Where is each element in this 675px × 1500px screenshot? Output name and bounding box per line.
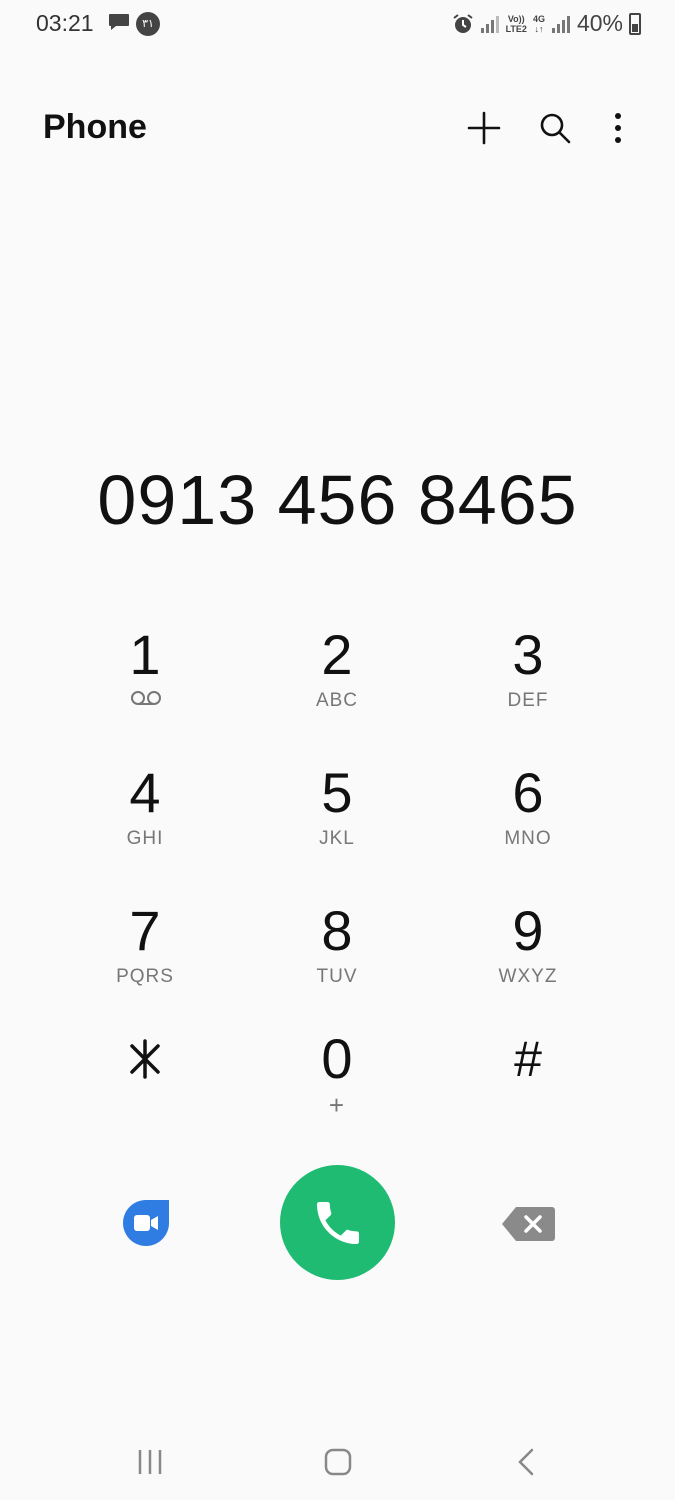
voicemail-icon: [131, 691, 161, 705]
video-call-button[interactable]: [121, 1198, 171, 1248]
key-3[interactable]: 3 DEF: [453, 620, 603, 740]
battery-percent: 40%: [576, 10, 623, 36]
key-6[interactable]: 6 MNO: [453, 758, 603, 878]
add-contact-button[interactable]: [462, 106, 506, 150]
video-call-icon: [123, 1200, 169, 1246]
search-icon: [540, 113, 571, 144]
message-icon: [109, 14, 129, 30]
back-button[interactable]: [497, 1437, 557, 1487]
key-2[interactable]: 2 ABC: [262, 620, 412, 740]
key-9[interactable]: 9 WXYZ: [453, 896, 603, 1016]
signal-icon: [480, 15, 499, 33]
backspace-button[interactable]: [500, 1205, 556, 1243]
status-bar: 03:21 ۳۱ Vo)) LTE2 4G ↓↑ 40%: [0, 0, 675, 50]
app-header: Phone: [0, 100, 675, 160]
status-right-icons: Vo)) LTE2 4G ↓↑ 40%: [452, 10, 641, 37]
back-icon: [518, 1448, 534, 1476]
page-title: Phone: [43, 108, 147, 146]
recent-apps-icon: [138, 1450, 162, 1474]
key-8[interactable]: 8 TUV: [262, 896, 412, 1016]
battery-icon: [629, 12, 641, 35]
add-icon: [467, 111, 501, 145]
key-4[interactable]: 4 GHI: [70, 758, 220, 878]
key-hash[interactable]: #: [453, 1024, 603, 1144]
star-key-icon: [130, 1039, 160, 1079]
data-arrows-icon: ↓↑: [534, 23, 544, 34]
backspace-icon: [502, 1207, 555, 1241]
dialed-number[interactable]: 0913 456 8465: [0, 460, 675, 540]
more-options-button[interactable]: [596, 106, 640, 150]
volte-indicator: Vo)) LTE2: [505, 13, 527, 34]
signal-icon: [551, 15, 570, 33]
key-1[interactable]: 1: [70, 620, 220, 740]
network-indicator: 4G ↓↑: [532, 13, 545, 34]
key-7[interactable]: 7 PQRS: [70, 896, 220, 1016]
call-button[interactable]: [280, 1165, 395, 1280]
navigation-bar: [0, 1425, 675, 1500]
status-time: 03:21: [36, 10, 94, 36]
key-star[interactable]: [70, 1024, 220, 1144]
key-0[interactable]: 0 +: [262, 1024, 412, 1144]
more-vert-icon: [615, 113, 621, 143]
calendar-badge: ۳۱: [136, 12, 160, 36]
alarm-icon: [452, 13, 473, 33]
recent-apps-button[interactable]: [120, 1437, 180, 1487]
key-5[interactable]: 5 JKL: [262, 758, 412, 878]
phone-icon: [316, 1201, 359, 1244]
home-icon: [324, 1448, 352, 1476]
search-button[interactable]: [533, 106, 577, 150]
home-button[interactable]: [308, 1437, 368, 1487]
